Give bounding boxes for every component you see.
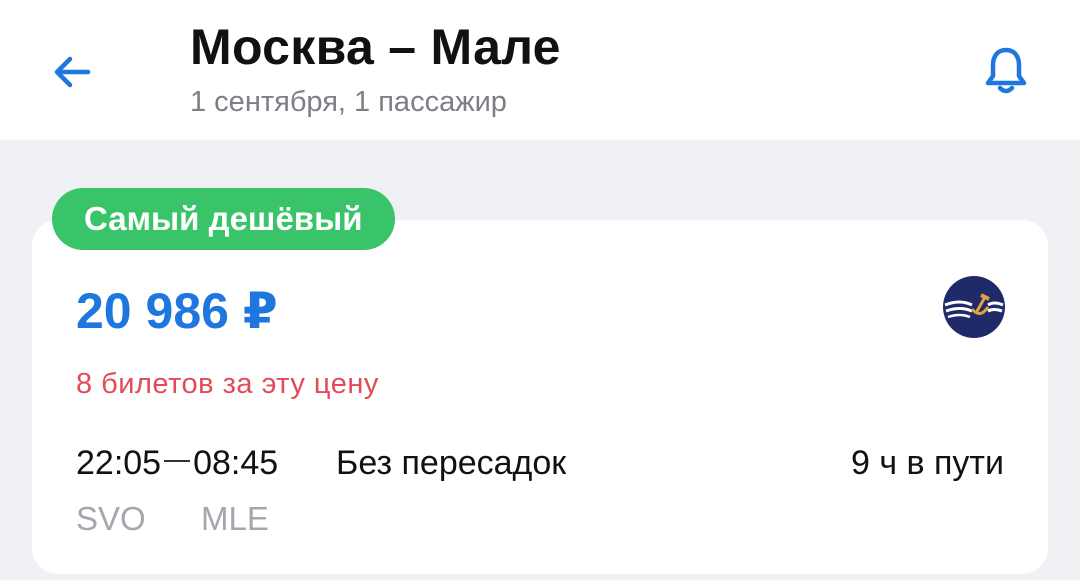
departure-time: 22:05 bbox=[76, 444, 162, 482]
price-alert-button[interactable] bbox=[972, 36, 1040, 104]
time-separator bbox=[164, 459, 191, 462]
arrival-time: 08:45 bbox=[193, 444, 279, 482]
flight-times: 22:05 08:45 bbox=[76, 444, 278, 483]
back-button[interactable] bbox=[40, 40, 104, 104]
route-title: Москва – Мале bbox=[190, 19, 561, 75]
tickets-left-notice: 8 билетов за эту цену bbox=[76, 368, 379, 400]
arrow-left-icon bbox=[54, 56, 91, 88]
flight-duration: 9 ч в пути bbox=[851, 444, 1004, 482]
arrival-airport-code: MLE bbox=[201, 500, 269, 537]
cheapest-badge: Самый дешёвый bbox=[52, 188, 395, 250]
airline-logo-icon bbox=[943, 276, 1005, 338]
route-subtitle: 1 сентября, 1 пассажир bbox=[190, 86, 507, 118]
top-bar: Москва – Мале 1 сентября, 1 пассажир bbox=[0, 0, 1080, 140]
flight-result-card[interactable]: 20 986 ₽ 8 билетов за эту цену 22:05 08:… bbox=[32, 220, 1048, 574]
ticket-price: 20 986 ₽ bbox=[76, 283, 278, 339]
departure-airport-code: SVO bbox=[76, 500, 146, 537]
stops-info: Без пересадок bbox=[336, 444, 567, 482]
bell-icon bbox=[985, 47, 1027, 94]
